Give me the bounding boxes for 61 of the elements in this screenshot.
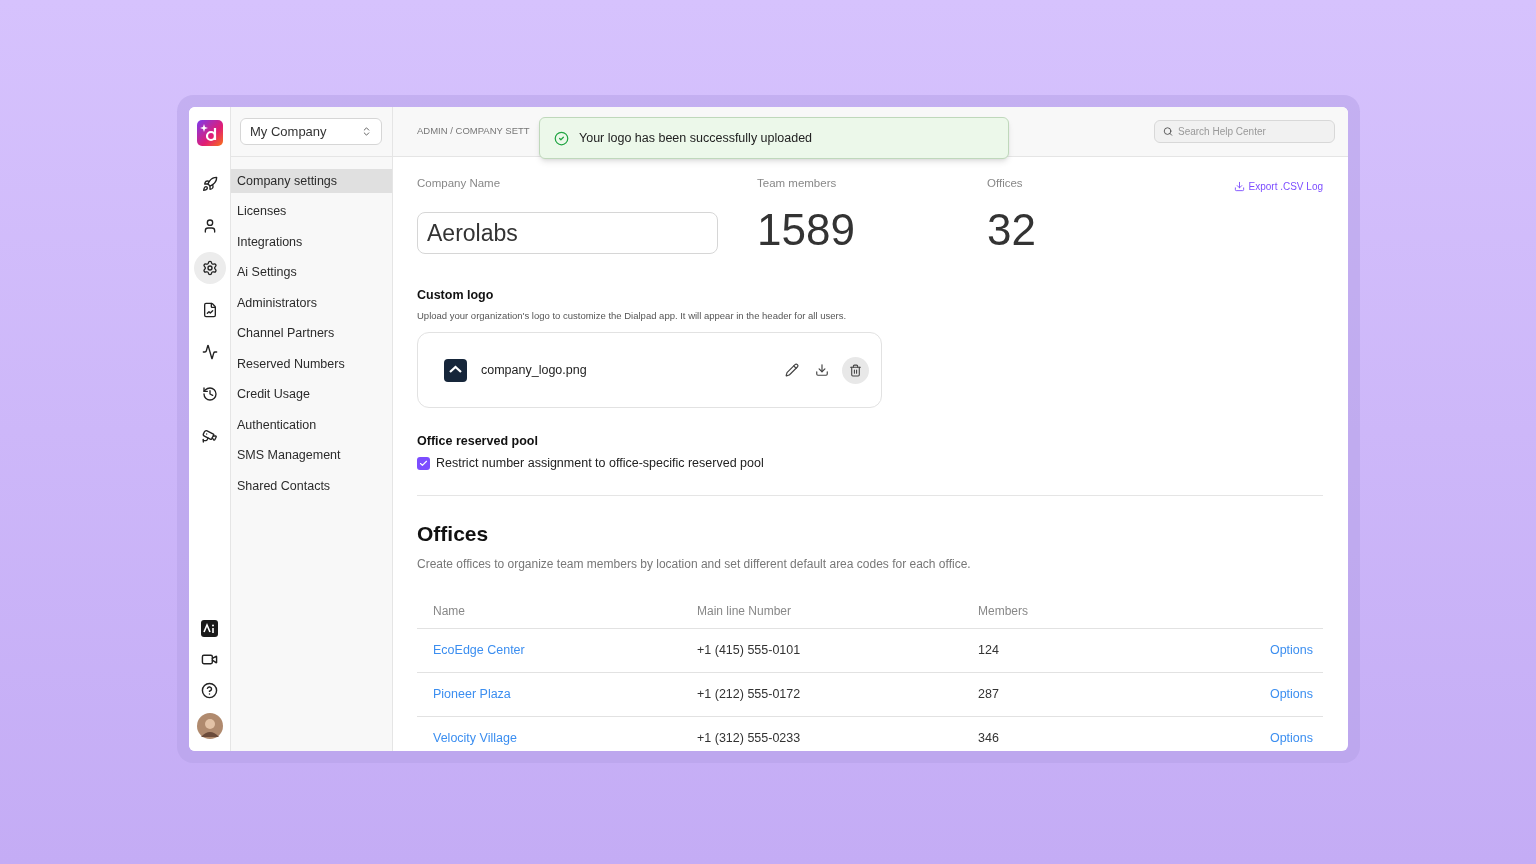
column-header: Name [433,602,466,620]
search-icon [1163,126,1173,137]
export-link[interactable]: Export .CSV Log [1233,179,1323,193]
trash-icon [849,363,862,377]
table-cell-text: 124 [978,642,999,660]
sidebar-item[interactable]: Ai Settings [231,260,392,285]
settings-icon [201,260,218,276]
sidebar-item[interactable]: Integrations [231,230,392,254]
avatar[interactable] [196,713,223,739]
sidebar-item[interactable]: Authentication [231,413,392,437]
camera-icon [201,428,218,444]
table-cell-text: 346 [978,730,999,748]
check-icon [419,458,428,468]
search-field[interactable]: Search Help Center [1154,120,1335,143]
app-logo[interactable] [196,120,223,146]
chevron-icon [361,126,372,137]
download-icon [1233,180,1245,192]
stat-label: Team members [757,176,838,191]
toast-message: Your logo has been successfully uploaded [579,129,813,147]
sidebar-item[interactable]: SMS Management [231,443,392,468]
rocket-icon [201,176,218,192]
rail-button[interactable] [193,252,226,284]
table-cell-text: +1 (415) 555-0101 [697,642,802,660]
check-circle-icon [554,130,569,146]
table-cell-text: +1 (312) 555-0233 [697,730,802,748]
company-name-field[interactable]: Aerolabs [417,212,718,255]
sidebar-item[interactable]: Shared Contacts [231,474,392,498]
sidebar-item[interactable]: Credit Usage [231,382,392,407]
download-icon [815,363,829,378]
sidebar-item[interactable]: Administrators [231,291,392,315]
stat-value: 1589 [757,204,856,257]
field-label: Company Name [417,176,502,191]
checkbox-label: Restrict number assignment to office-specific reserved pool [436,455,764,472]
table-cell-text: +1 (212) 555-0172 [697,686,802,704]
pulse-icon [201,344,218,360]
search-input[interactable]: Search Help Center [1178,124,1326,139]
section-title: Office reserved pool [417,433,539,451]
column-header: Members [978,602,1028,620]
checkbox[interactable] [417,456,430,470]
chart-icon [201,302,218,318]
delete-button[interactable] [842,356,869,384]
section-description: Upload your organization's logo to customize the Dialpad app. It will appear in the header for all users. [417,309,848,323]
column-header: Main line Number [697,602,793,620]
section-title: Custom logo [417,287,495,305]
ai-icon[interactable] [201,620,218,637]
file-logo [444,358,467,382]
history-icon [201,386,218,402]
sidebar-item[interactable]: Company settings [231,169,392,193]
table-cell-text: 287 [978,686,999,704]
sidebar-item[interactable]: Reserved Numbers [231,352,392,376]
breadcrumb: ADMIN / COMPANY SETT [417,124,530,139]
help-icon[interactable] [201,682,218,699]
section-description: Create offices to organize team members by location and set different default area codes for each office. [417,556,972,574]
company-select[interactable]: My Company [240,118,382,145]
stat-label: Offices [987,176,1024,191]
section-heading: Offices [417,520,490,547]
file-name: company_logo.png [481,361,587,379]
sidebar-item[interactable]: Licenses [231,199,392,224]
stat-value: 32 [987,204,1036,257]
sidebar-item[interactable]: Channel Partners [231,321,392,346]
edit-icon [785,363,799,378]
